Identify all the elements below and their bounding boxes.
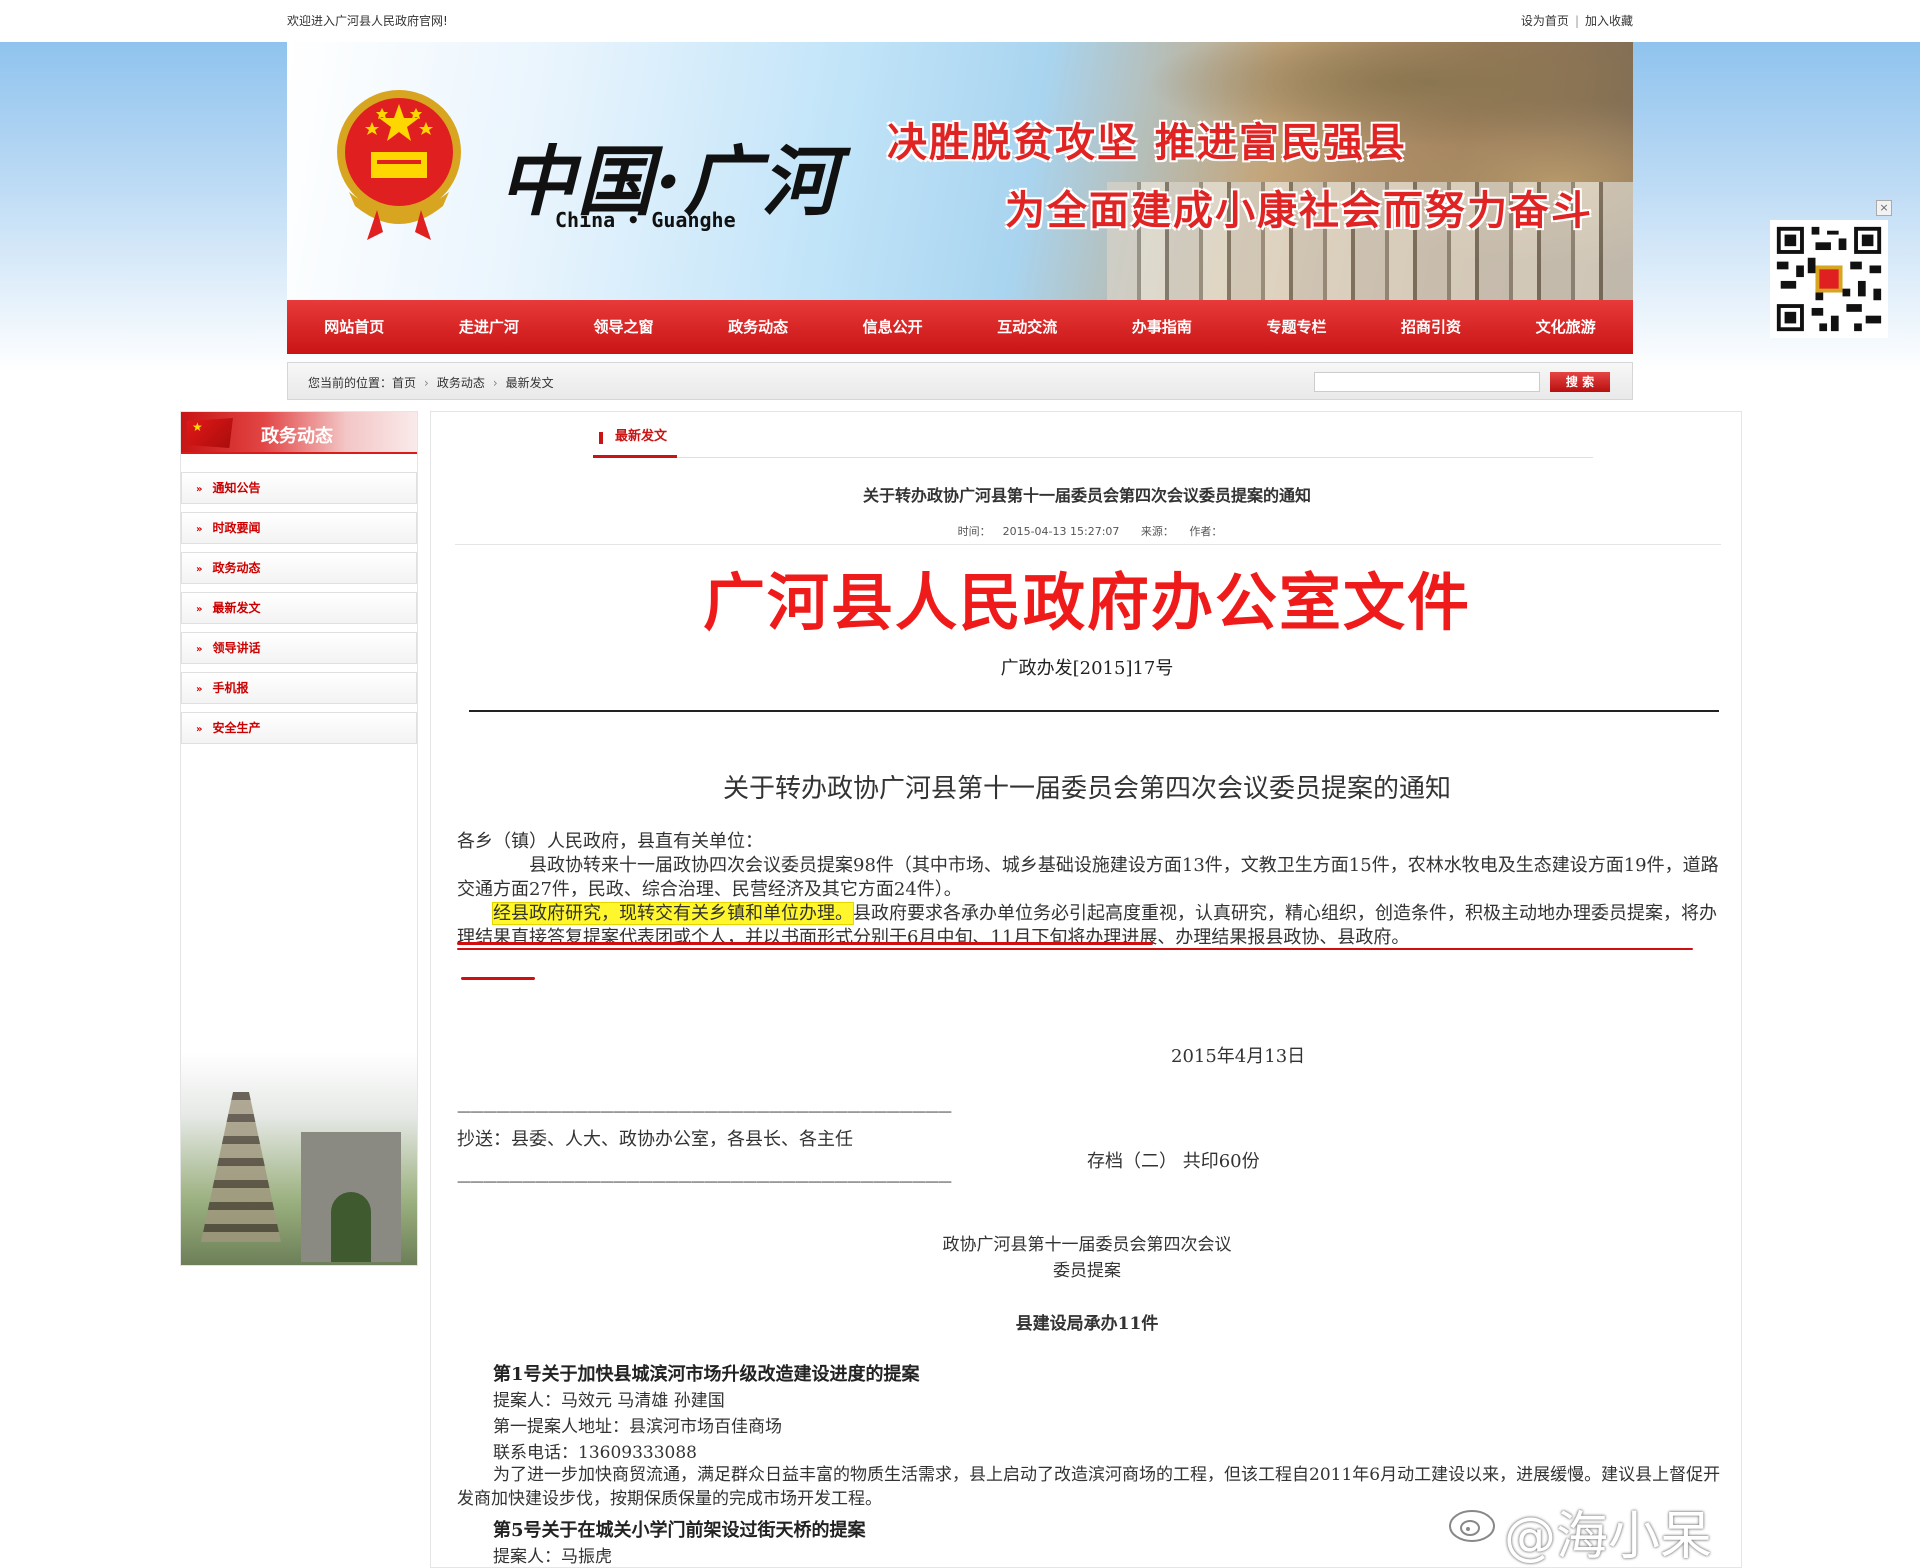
dash-line: —————————————————————————————————————— [457, 1104, 952, 1120]
slogan-line-2: 为全面建成小康社会而努力奋斗 [1005, 188, 1593, 234]
chevron-right-icon: › [424, 376, 429, 390]
arrow-right-icon: » [196, 724, 203, 735]
arrow-right-icon: » [196, 644, 203, 655]
proposal-1-address: 第一提案人地址：县滨河市场百佳商场 [493, 1417, 782, 1437]
proposal-1-title: 第1号关于加快县城滨河市场升级改造建设进度的提案 [493, 1364, 920, 1385]
gate-image [301, 1132, 401, 1262]
proposal-5-proposer: 提案人：马振虎 [493, 1547, 612, 1567]
arrow-right-icon: » [196, 604, 203, 615]
document-title: 关于转办政协广河县第十一届委员会第四次会议委员提案的通知 [722, 774, 1451, 804]
salutation: 各乡（镇）人民政府，县直有关单位： [457, 831, 763, 852]
sidebar-item-label: 安全生产 [212, 721, 261, 735]
article-panel: 最新发文 关于转办政协广河县第十一届委员会第四次会议委员提案的通知 时间： 201… [430, 411, 1742, 1568]
welcome-text: 欢迎进入广河县人民政府官网! [287, 14, 448, 28]
session-line-1: 政协广河县第十一届委员会第四次会议 [942, 1235, 1232, 1255]
nav-item-service-guide[interactable]: 办事指南 [1095, 300, 1230, 354]
document-header: 广河县人民政府办公室文件 [702, 566, 1471, 639]
sidebar-item-government-news[interactable]: » 政务动态 [181, 552, 417, 584]
nav-item-home[interactable]: 网站首页 [287, 300, 422, 354]
red-underline [457, 942, 1153, 945]
main-nav: 网站首页 走进广河 领导之窗 政务动态 信息公开 互动交流 办事指南 专题专栏 … [287, 300, 1633, 354]
proposal-1-phone: 联系电话：13609333088 [493, 1443, 697, 1463]
body-paragraph-1: 县政协转来十一届政协四次会议委员提案98件（其中市场、城乡基础设施建设方面13件… [457, 855, 1719, 900]
proposal-5-title: 第5号关于在城关小学门前架设过街天桥的提案 [493, 1520, 866, 1541]
breadcrumb-home[interactable]: 首页 [392, 376, 416, 390]
department-line: 县建设局承办11件 [1015, 1314, 1159, 1334]
bookmark-link[interactable]: 加入收藏 [1585, 14, 1633, 28]
sidebar-item-label: 领导讲话 [212, 641, 261, 655]
document-body: 广河县人民政府办公室文件 广政办发[2015]17号 关于转办政协广河县第十一届… [431, 412, 1743, 1568]
divider: | [1574, 14, 1579, 28]
sidebar-item-safety[interactable]: » 安全生产 [181, 712, 417, 744]
archive-line: 存档（二） 共印60份 [1087, 1151, 1260, 1172]
breadcrumb-latest-docs[interactable]: 最新发文 [506, 376, 554, 390]
flag-icon [187, 418, 233, 448]
search-button[interactable]: 搜 索 [1550, 372, 1610, 392]
nav-item-interaction[interactable]: 互动交流 [960, 300, 1095, 354]
sidebar-item-current-affairs[interactable]: » 时政要闻 [181, 512, 417, 544]
nav-item-info-disclosure[interactable]: 信息公开 [825, 300, 960, 354]
sidebar-header: 政务动态 [181, 412, 417, 454]
arrow-right-icon: » [196, 684, 203, 695]
session-line-2: 委员提案 [1053, 1261, 1121, 1281]
nav-item-investment[interactable]: 招商引资 [1364, 300, 1499, 354]
nav-item-special-topics[interactable]: 专题专栏 [1229, 300, 1364, 354]
proposal-1-proposer: 提案人：马效元 马清雄 孙建国 [493, 1391, 725, 1411]
breadcrumb-label: 您当前的位置： [308, 376, 393, 390]
top-links: 设为首页 | 加入收藏 [1521, 12, 1633, 29]
close-icon[interactable]: × [1876, 200, 1892, 216]
arrow-right-icon: » [196, 564, 203, 575]
breadcrumb-government-news[interactable]: 政务动态 [437, 376, 485, 390]
arrow-right-icon: » [196, 484, 203, 495]
search-input[interactable] [1314, 372, 1540, 392]
arrow-right-icon: » [196, 524, 203, 535]
red-underline [461, 977, 535, 980]
top-bar: 欢迎进入广河县人民政府官网! 设为首页 | 加入收藏 [287, 12, 1633, 32]
qr-code-icon [1770, 220, 1888, 338]
sidebar-item-label: 政务动态 [212, 561, 261, 575]
sidebar-item-leader-speeches[interactable]: » 领导讲话 [181, 632, 417, 664]
sidebar-item-latest-docs[interactable]: » 最新发文 [181, 592, 417, 624]
sidebar-menu: » 通知公告 » 时政要闻 » 政务动态 » 最新发文 » 领导讲话 » 手机报 » 安全生产 [181, 472, 417, 752]
breadcrumb: 您当前的位置：首页 › 政务动态 › 最新发文 [308, 374, 554, 391]
sidebar-item-mobile-news[interactable]: » 手机报 [181, 672, 417, 704]
nav-item-about[interactable]: 走进广河 [422, 300, 557, 354]
sidebar-item-label: 最新发文 [212, 601, 261, 615]
header-banner: 中国·广河 China • Guanghe 决胜脱贫攻坚 推进富民强县 为全面建… [287, 42, 1633, 300]
pagoda-image [201, 1092, 281, 1242]
sidebar-item-label: 手机报 [212, 681, 249, 695]
cc-line: 抄送：县委、人大、政协办公室，各县长、各主任 [457, 1129, 853, 1150]
national-emblem-icon [337, 90, 461, 240]
slogan-line-1: 决胜脱贫攻坚 推进富民强县 [887, 120, 1407, 166]
nav-item-culture-tourism[interactable]: 文化旅游 [1498, 300, 1633, 354]
red-underline [457, 948, 1693, 950]
breadcrumb-bar: 您当前的位置：首页 › 政务动态 › 最新发文 搜 索 [287, 362, 1633, 400]
dash-line: —————————————————————————————————————— [457, 1174, 952, 1190]
nav-item-leaders[interactable]: 领导之窗 [556, 300, 691, 354]
site-logo-english: China • Guanghe [555, 208, 736, 232]
document-rule [469, 710, 1719, 712]
highlighted-text: 经县政府研究，现转交有关乡镇和单位办理。 [492, 902, 854, 925]
sidebar-landmark-image [181, 1052, 417, 1265]
sidebar-title: 政务动态 [261, 426, 333, 447]
nav-item-government-news[interactable]: 政务动态 [691, 300, 826, 354]
chevron-right-icon: › [492, 376, 498, 390]
sidebar: 政务动态 » 通知公告 » 时政要闻 » 政务动态 » 最新发文 » 领导讲话 » 手机报 … [180, 411, 418, 1266]
document-date: 2015年4月13日 [1171, 1046, 1306, 1067]
watermark-text: @海小呆 [1504, 1507, 1713, 1567]
document-number: 广政办发[2015]17号 [1000, 658, 1174, 679]
weibo-icon [1449, 1502, 1500, 1542]
sidebar-item-notices[interactable]: » 通知公告 [181, 472, 417, 504]
set-home-link[interactable]: 设为首页 [1521, 14, 1569, 28]
sidebar-item-label: 通知公告 [212, 481, 261, 495]
sidebar-item-label: 时政要闻 [212, 521, 261, 535]
